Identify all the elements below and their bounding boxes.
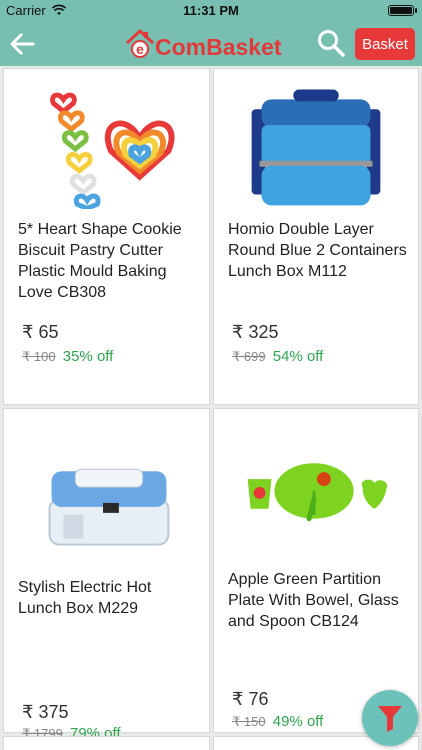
logo-text: ComBasket [155,34,282,60]
product-grid: 5* Heart Shape Cookie Biscuit Pastry Cut… [0,66,422,750]
house-logo-icon: e [125,29,155,58]
product-price: ₹ 65 [22,322,59,342]
product-price: ₹ 375 [22,702,69,722]
clock: 11:31 PM [183,3,239,18]
product-title: 5* Heart Shape Cookie Biscuit Pastry Cut… [18,221,182,301]
discount-label: 54% off [272,348,324,365]
electric-lunchbox-image [48,468,170,546]
app-logo: e ComBasket [124,28,282,62]
back-arrow-icon[interactable] [8,30,36,58]
product-price: ₹ 76 [232,689,269,709]
product-card[interactable]: Apple Green Partition Plate With Bowel, … [213,408,419,733]
filter-funnel-icon [378,706,402,732]
price-original-row: ₹ 150 49% off [232,713,323,730]
top-nav-bar: e ComBasket Basket [0,22,422,66]
original-price: ₹ 100 [22,349,56,364]
product-card[interactable]: 5* Heart Shape Cookie Biscuit Pastry Cut… [3,68,210,405]
basket-button[interactable]: Basket [355,28,415,60]
blue-lunchbox-image [251,89,381,206]
discount-label: 35% off [62,348,114,365]
original-price: ₹ 150 [232,714,266,729]
product-title: Apple Green Partition Plate With Bowel, … [228,571,399,630]
product-title: Stylish Electric Hot Lunch Box M229 [18,579,152,617]
heart-cookie-cutters-image [50,92,175,209]
price-original-row: ₹ 100 35% off [22,348,113,365]
product-title: Homio Double Layer Round Blue 2 Containe… [228,221,407,280]
product-card[interactable]: Stylish Electric Hot Lunch Box M229 ₹ 37… [3,408,210,742]
status-bar: Carrier 11:31 PM [0,0,422,22]
product-card[interactable] [3,736,210,750]
logo-letter: e [136,41,144,57]
product-price: ₹ 325 [232,322,279,342]
discount-label: 49% off [272,713,324,730]
battery-icon [388,5,417,16]
original-price: ₹ 699 [232,349,266,364]
price-original-row: ₹ 699 54% off [232,348,323,365]
search-icon[interactable] [316,28,346,58]
filter-button[interactable] [362,690,418,746]
green-plate-set-image [247,463,388,522]
product-card[interactable]: Homio Double Layer Round Blue 2 Containe… [213,68,419,405]
